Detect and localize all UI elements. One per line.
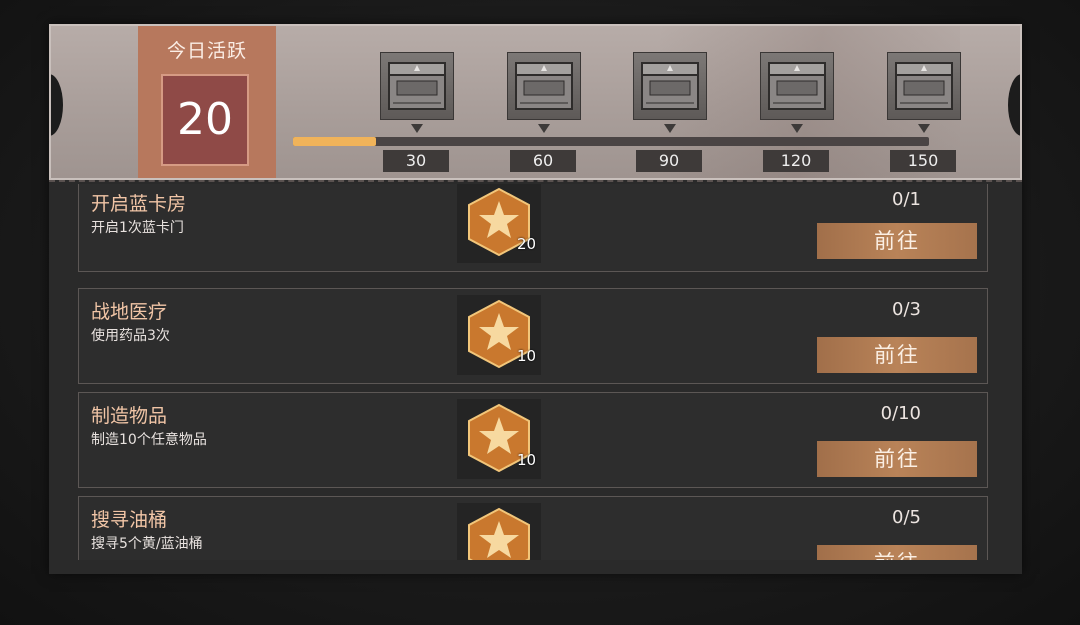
header-divider — [49, 180, 1022, 182]
daily-activity-panel: 今日活跃 20 30 60 90 120 150 开启蓝卡房 开启1次蓝卡门 2… — [49, 24, 1022, 574]
task-title: 制造物品 — [91, 405, 168, 427]
reward-count: 10 — [517, 451, 537, 469]
activity-progress-fill — [293, 137, 376, 146]
milestone-marker — [918, 124, 930, 133]
task-progress: 0/5 — [892, 507, 921, 528]
chest-icon[interactable] — [380, 52, 454, 120]
task-reward: 10 — [457, 399, 541, 479]
today-activity-box: 今日活跃 20 — [138, 26, 276, 178]
milestone-marker — [411, 124, 423, 133]
chest-icon[interactable] — [760, 52, 834, 120]
chest-icon[interactable] — [633, 52, 707, 120]
task-reward: 20 — [457, 184, 541, 263]
task-description: 搜寻5个黄/蓝油桶 — [91, 536, 203, 552]
today-activity-title: 今日活跃 — [166, 40, 247, 62]
task-description: 制造10个任意物品 — [91, 432, 207, 448]
task-progress: 0/10 — [880, 403, 921, 424]
star-medal-icon — [468, 507, 530, 560]
activity-header: 今日活跃 20 30 60 90 120 150 — [49, 24, 1022, 180]
ticket-notch-left — [51, 74, 63, 136]
milestone-marker — [664, 124, 676, 133]
reward-count: 10 — [517, 347, 537, 365]
milestone-label: 150 — [890, 150, 956, 172]
milestone-label: 120 — [763, 150, 829, 172]
task-title: 搜寻油桶 — [91, 509, 168, 531]
activity-progress-bar — [293, 137, 929, 146]
milestone-marker — [791, 124, 803, 133]
milestone-label: 30 — [383, 150, 449, 172]
go-button[interactable]: 前往 — [817, 337, 977, 373]
go-button[interactable]: 前往 — [817, 223, 977, 259]
chest-icon[interactable] — [887, 52, 961, 120]
reward-count: 20 — [517, 235, 537, 253]
task-card: 战地医疗 使用药品3次 10 0/3 前往 — [78, 288, 988, 384]
task-progress: 0/3 — [892, 299, 921, 320]
task-card: 开启蓝卡房 开启1次蓝卡门 20 0/1 前往 — [78, 184, 988, 272]
panel-bottom-edge — [49, 560, 1022, 574]
go-button[interactable]: 前往 — [817, 441, 977, 477]
milestone-label: 60 — [510, 150, 576, 172]
task-card: 搜寻油桶 搜寻5个黄/蓝油桶 0/5 前往 — [78, 496, 988, 560]
ticket-notch-right — [1008, 74, 1020, 136]
go-button[interactable]: 前往 — [817, 545, 977, 560]
task-description: 使用药品3次 — [91, 328, 170, 344]
task-title: 开启蓝卡房 — [91, 193, 187, 215]
task-progress: 0/1 — [892, 189, 921, 210]
task-title: 战地医疗 — [91, 301, 168, 323]
milestone-marker — [538, 124, 550, 133]
activity-value-frame: 20 — [161, 74, 249, 166]
task-reward: 10 — [457, 295, 541, 375]
task-list[interactable]: 开启蓝卡房 开启1次蓝卡门 20 0/1 前往 战地医疗 使用药品3次 10 0… — [78, 184, 988, 560]
activity-value: 20 — [177, 94, 233, 145]
chest-icon[interactable] — [507, 52, 581, 120]
task-reward — [457, 503, 541, 560]
task-description: 开启1次蓝卡门 — [91, 220, 184, 236]
task-card: 制造物品 制造10个任意物品 10 0/10 前往 — [78, 392, 988, 488]
milestone-label: 90 — [636, 150, 702, 172]
